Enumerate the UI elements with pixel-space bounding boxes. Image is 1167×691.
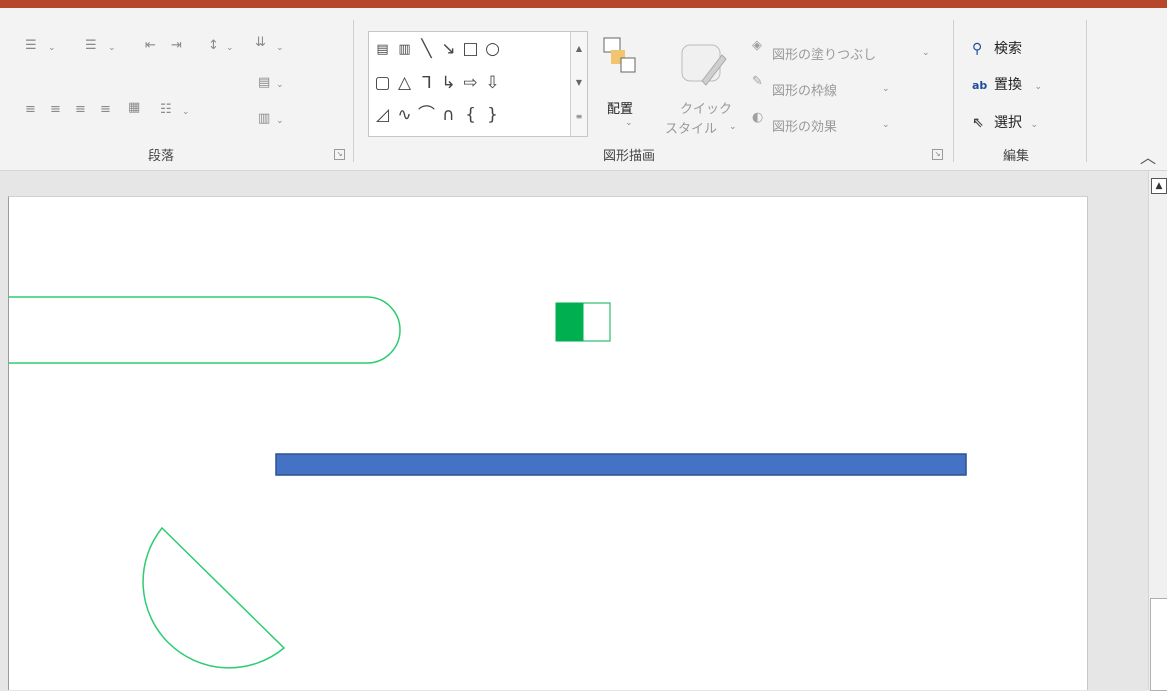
rounded-rectangle-shape[interactable] [9,296,401,364]
numbering-icon[interactable]: ☰ [85,38,97,53]
justify-icon[interactable]: ≡ [100,102,111,117]
paragraph-launcher-icon[interactable]: ↘ [334,149,345,160]
gallery-more-icon[interactable]: ≡ [571,100,587,134]
scrollbar-thumb[interactable] [1150,598,1167,691]
smartart-icon[interactable]: ▥ [258,111,270,126]
vertical-text-box-shape-icon[interactable]: ▥ [395,40,414,59]
line-spacing-icon[interactable]: ↕ [208,38,219,53]
decrease-indent-icon[interactable]: ⇤ [145,38,156,53]
smartart-dropdown-icon[interactable]: ⌄ [276,116,284,126]
gallery-scroll-up-icon[interactable]: ▲ [571,32,587,66]
shape-effects-button[interactable]: 図形の効果 [772,116,837,135]
shape-fill-button[interactable]: 図形の塗りつぶし [772,44,876,63]
quick-style-label-2[interactable]: スタイル [665,118,717,137]
find-button[interactable]: ⚲ 検索 [972,38,1022,58]
quick-style-icon[interactable] [680,41,728,91]
arc-shape-icon[interactable]: ⌒ [417,106,436,125]
group-divider [1086,20,1087,162]
effects-icon: ◐ [752,110,764,125]
paragraph-group-label: 段落 [148,149,175,164]
arrange-label[interactable]: 配置 [607,98,633,117]
rectangle-shape-icon[interactable]: □ [461,40,480,59]
quick-style-label-1[interactable]: クイック [680,98,732,117]
replace-label: 置換 [994,77,1022,93]
replace-dropdown-icon[interactable]: ⌄ [1034,82,1042,92]
quick-style-dropdown-icon[interactable]: ⌄ [729,122,737,132]
shape-fill-dropdown-icon[interactable]: ⌄ [922,48,930,58]
line-spacing-dropdown-icon[interactable]: ⌄ [226,43,234,53]
columns-dropdown-icon[interactable]: ⌄ [182,107,190,117]
line-shape-icon[interactable]: ╲ [417,40,436,59]
columns-icon[interactable]: ☷ [160,102,172,117]
paint-bucket-icon: ◈ [752,38,762,53]
shape-effects-dropdown-icon[interactable]: ⌄ [882,120,890,130]
find-label: 検索 [994,41,1022,57]
text-direction-dropdown-icon[interactable]: ⌄ [276,43,284,53]
replace-button[interactable]: ab 置換 ⌄ [972,74,1042,94]
collapse-ribbon-icon[interactable]: ︿ [1140,144,1156,168]
gallery-scrollbar[interactable]: ▲ ▼ ≡ [570,32,587,136]
select-label: 選択 [994,115,1022,131]
text-direction-icon[interactable]: ⇊ [255,35,266,50]
ribbon: ☰ ⌄ ☰ ⌄ ⇤ ⇥ ↕ ⌄ ⇊ ⌄ ▤ ⌄ ≡ ≡ ≡ ≡ ▦ ☷ ⌄ ▥ … [0,8,1167,171]
oval-shape-icon[interactable]: ○ [483,40,502,59]
scroll-up-icon[interactable]: ▲ [1151,178,1167,194]
shape-outline-button[interactable]: 図形の枠線 [772,80,837,99]
cursor-icon: ⇖ [972,115,984,131]
bullets-dropdown-icon[interactable]: ⌄ [48,43,56,53]
elbow-arrow-connector-shape-icon[interactable]: ↳ [439,74,458,93]
drawing-launcher-icon[interactable]: ↘ [932,149,943,160]
select-button[interactable]: ⇖ 選択 ⌄ [972,112,1038,132]
arrange-icon[interactable] [603,34,637,80]
green-outline-square-shape[interactable] [582,302,611,342]
editing-group-label: 編集 [1003,149,1030,164]
align-text-icon[interactable]: ▤ [258,75,270,90]
distributed-icon[interactable]: ▦ [128,100,140,115]
align-left-icon[interactable]: ≡ [25,102,36,117]
freeform-shape-icon[interactable]: ◿ [373,106,392,125]
group-divider [353,20,354,162]
left-brace-shape-icon[interactable]: { [461,106,480,125]
numbering-dropdown-icon[interactable]: ⌄ [108,43,116,53]
arrange-dropdown-icon[interactable]: ⌄ [625,118,633,128]
triangle-shape-icon[interactable]: △ [395,74,414,93]
curve-shape-icon[interactable]: ∩ [439,106,458,125]
pencil-icon: ✎ [752,74,763,89]
increase-indent-icon[interactable]: ⇥ [171,38,182,53]
rounded-rectangle-shape-icon[interactable]: ▢ [373,74,392,93]
text-box-shape-icon[interactable]: ▤ [373,40,392,59]
bullets-icon[interactable]: ☰ [25,38,37,53]
shape-outline-dropdown-icon[interactable]: ⌄ [882,84,890,94]
drawing-group-label: 図形描画 [603,149,656,164]
down-arrow-shape-icon[interactable]: ⇩ [483,74,502,93]
green-filled-square-shape[interactable] [555,302,584,342]
shapes-gallery[interactable]: ▤ ▥ ╲ ↘ □ ○ ▢ △ ᒣ ↳ ⇨ ⇩ ◿ ∿ ⌒ ∩ { } ▲ ▼ … [368,31,588,137]
group-divider [953,20,954,162]
align-text-dropdown-icon[interactable]: ⌄ [276,80,284,90]
blue-bar-shape[interactable] [275,453,967,476]
align-center-icon[interactable]: ≡ [50,102,61,117]
half-circle-shape[interactable] [142,526,286,669]
slide-shapes [9,296,967,669]
right-brace-shape-icon[interactable]: } [483,106,502,125]
align-right-icon[interactable]: ≡ [75,102,86,117]
select-dropdown-icon[interactable]: ⌄ [1030,120,1038,130]
right-arrow-shape-icon[interactable]: ⇨ [461,74,480,93]
title-bar-strip [0,0,1167,8]
scribble-shape-icon[interactable]: ∿ [395,106,414,125]
replace-icon: ab [972,79,988,92]
search-icon: ⚲ [972,41,983,57]
arrow-line-shape-icon[interactable]: ↘ [439,40,458,59]
slide-canvas[interactable] [8,196,1088,690]
gallery-scroll-down-icon[interactable]: ▼ [571,66,587,100]
elbow-connector-shape-icon[interactable]: ᒣ [417,74,436,93]
